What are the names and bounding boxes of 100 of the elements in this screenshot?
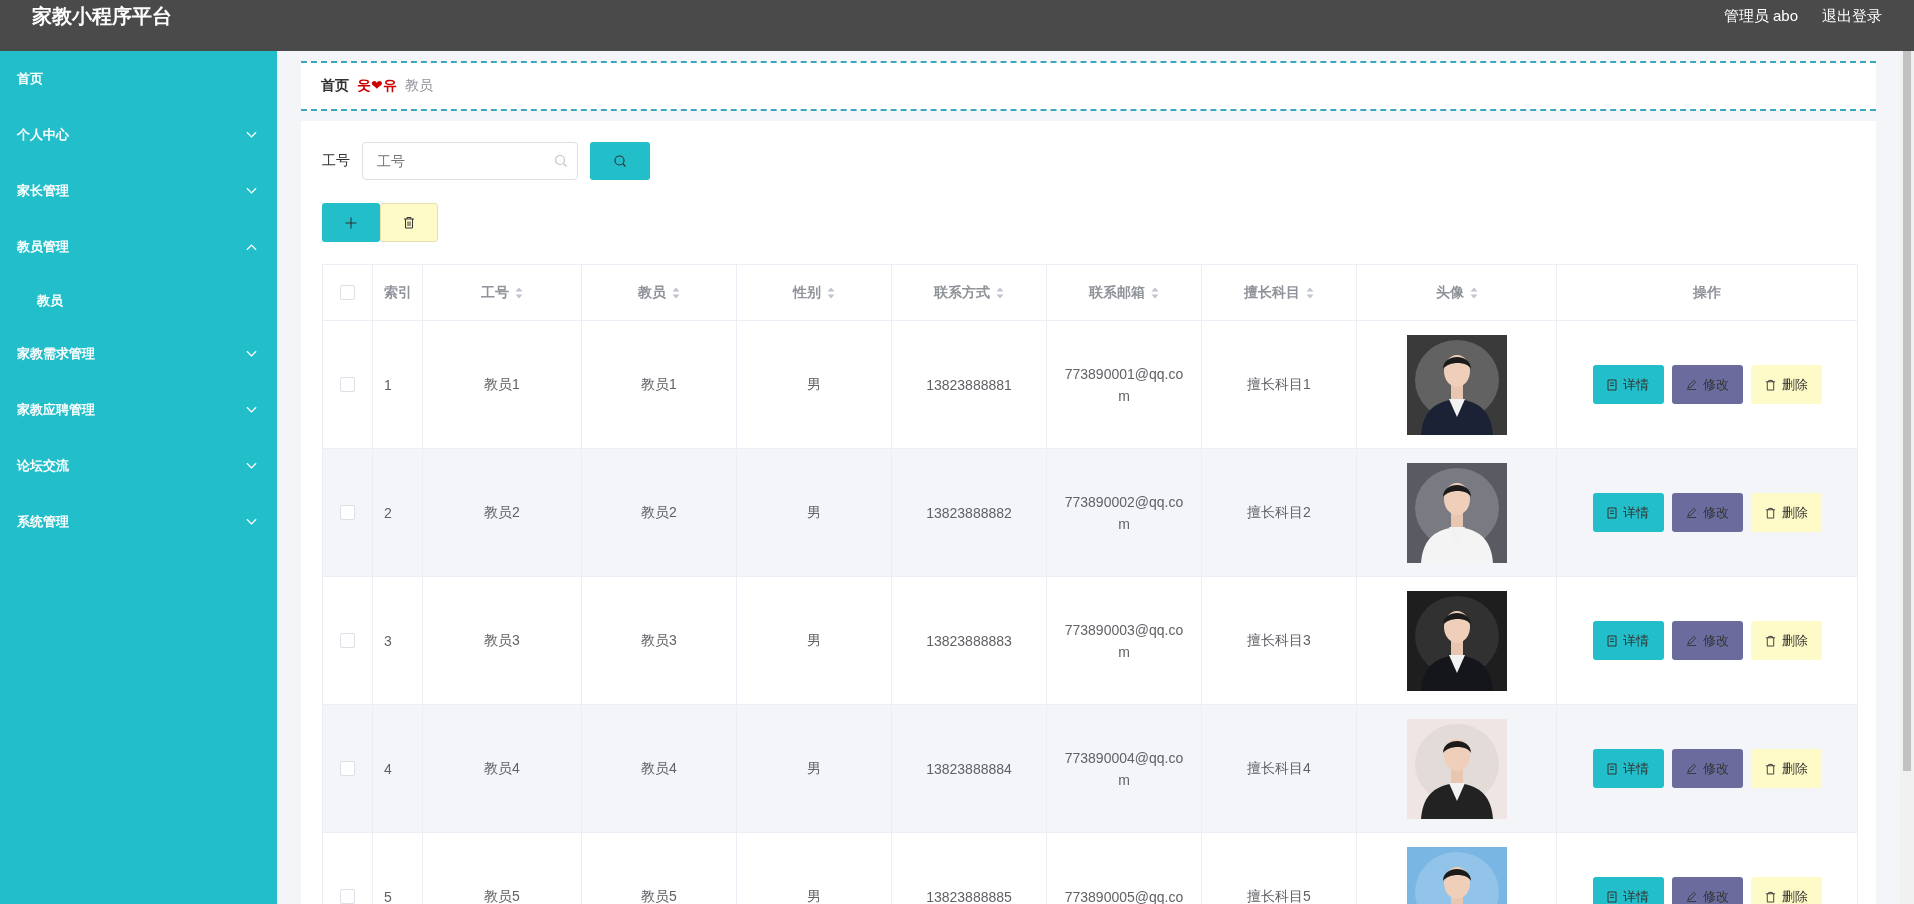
sort-icon[interactable] bbox=[1306, 286, 1314, 299]
chevron-down-icon bbox=[246, 406, 257, 414]
table-cell: 擅长科目5 bbox=[1247, 887, 1311, 904]
column-header[interactable]: 头像 bbox=[1435, 283, 1478, 302]
column-header[interactable]: 性别 bbox=[793, 283, 835, 302]
sidebar-item[interactable]: 家教需求管理 bbox=[0, 326, 277, 382]
delete-button[interactable]: 删除 bbox=[1750, 493, 1822, 532]
search-button[interactable] bbox=[590, 142, 650, 180]
trash-icon bbox=[1764, 890, 1776, 903]
pencil-icon bbox=[1685, 507, 1697, 518]
sidebar-item[interactable]: 论坛交流 bbox=[0, 438, 277, 494]
delete-button[interactable]: 删除 bbox=[1750, 749, 1822, 788]
column-header[interactable]: 工号 bbox=[481, 283, 523, 302]
table-cell: 4 bbox=[384, 760, 392, 777]
checkbox[interactable] bbox=[340, 889, 355, 904]
chevron-down-icon bbox=[246, 518, 257, 526]
logout-link[interactable]: 退出登录 bbox=[1822, 7, 1882, 26]
pencil-icon bbox=[1685, 635, 1697, 646]
checkbox[interactable] bbox=[340, 761, 355, 776]
table-cell: 擅长科目2 bbox=[1247, 503, 1311, 522]
table-cell: 5 bbox=[384, 888, 392, 904]
table-cell: 教员2 bbox=[641, 503, 677, 522]
table-cell: 男 bbox=[807, 503, 821, 522]
table-cell: 擅长科目4 bbox=[1247, 759, 1311, 778]
trash-icon bbox=[1764, 762, 1776, 775]
sidebar-subitem[interactable]: 教员 bbox=[0, 275, 277, 326]
edit-button[interactable]: 修改 bbox=[1671, 493, 1743, 532]
pencil-icon bbox=[1685, 379, 1697, 390]
search-icon bbox=[554, 154, 568, 168]
table-cell: 1 bbox=[384, 376, 392, 393]
table-cell-text: 773890001@qq.com bbox=[1063, 364, 1185, 406]
search-field[interactable]: 工号 bbox=[362, 142, 578, 180]
delete-button[interactable]: 删除 bbox=[1750, 877, 1822, 904]
sidebar-item[interactable]: 首页 bbox=[0, 51, 277, 107]
sort-icon[interactable] bbox=[515, 286, 523, 299]
table-cell: 男 bbox=[807, 631, 821, 650]
column-header[interactable]: 擅长科目 bbox=[1244, 283, 1314, 302]
table-cell: 教员3 bbox=[484, 631, 520, 650]
document-icon bbox=[1607, 378, 1617, 391]
checkbox[interactable] bbox=[340, 377, 355, 392]
chevron-down-icon bbox=[246, 131, 257, 139]
table-cell: 教员5 bbox=[484, 887, 520, 904]
delete-button[interactable]: 删除 bbox=[1750, 365, 1822, 404]
table-cell: 擅长科目1 bbox=[1247, 375, 1311, 394]
sort-icon[interactable] bbox=[1151, 286, 1159, 299]
chevron-up-icon bbox=[246, 243, 257, 251]
table-cell-text: 773890004@qq.com bbox=[1063, 748, 1185, 790]
table-cell: 13823888881 bbox=[926, 376, 1012, 393]
table-cell: 教员1 bbox=[484, 375, 520, 394]
table-cell: 教员5 bbox=[641, 887, 677, 904]
sort-icon[interactable] bbox=[827, 286, 835, 299]
table-cell: 13823888882 bbox=[926, 504, 1012, 521]
sort-icon[interactable] bbox=[1469, 286, 1478, 299]
table-cell: 男 bbox=[807, 375, 821, 394]
plus-icon bbox=[345, 216, 357, 229]
column-header[interactable]: 教员 bbox=[638, 283, 680, 302]
sidebar-item[interactable]: 系统管理 bbox=[0, 494, 277, 550]
checkbox[interactable] bbox=[340, 633, 355, 648]
breadcrumb-link[interactable]: 首页 bbox=[321, 77, 349, 95]
detail-button[interactable]: 详情 bbox=[1592, 621, 1664, 660]
edit-button[interactable]: 修改 bbox=[1671, 877, 1743, 904]
delete-button[interactable] bbox=[380, 203, 438, 242]
document-icon bbox=[1607, 890, 1617, 903]
sidebar-item[interactable]: 家教应聘管理 bbox=[0, 382, 277, 438]
sidebar-item[interactable]: 家长管理 bbox=[0, 163, 277, 219]
table-cell: 男 bbox=[807, 759, 821, 778]
breadcrumb-current: 教员 bbox=[404, 77, 433, 95]
trash-icon bbox=[1764, 378, 1776, 391]
chevron-down-icon bbox=[246, 462, 257, 470]
detail-button[interactable]: 详情 bbox=[1592, 877, 1664, 904]
column-header: 索引 bbox=[384, 283, 412, 302]
table-cell: 教员2 bbox=[484, 503, 520, 522]
detail-button[interactable]: 详情 bbox=[1592, 365, 1664, 404]
table-cell: 3 bbox=[384, 632, 392, 649]
document-icon bbox=[1607, 634, 1617, 647]
edit-button[interactable]: 修改 bbox=[1671, 749, 1743, 788]
sort-icon[interactable] bbox=[996, 286, 1004, 299]
table-cell: 教员4 bbox=[484, 759, 520, 778]
checkbox[interactable] bbox=[340, 505, 355, 520]
checkbox[interactable] bbox=[340, 285, 355, 300]
table-cell: 2 bbox=[384, 504, 392, 521]
admin-name: 管理员 abo bbox=[1723, 7, 1798, 26]
edit-button[interactable]: 修改 bbox=[1671, 365, 1743, 404]
edit-button[interactable]: 修改 bbox=[1671, 621, 1743, 660]
scrollbar[interactable] bbox=[1900, 51, 1914, 904]
sort-icon[interactable] bbox=[672, 286, 680, 299]
detail-button[interactable]: 详情 bbox=[1592, 749, 1664, 788]
sidebar-item[interactable]: 个人中心 bbox=[0, 107, 277, 163]
search-icon bbox=[613, 154, 627, 168]
document-icon bbox=[1607, 506, 1617, 519]
table-cell-text: 773890002@qq.com bbox=[1063, 492, 1185, 534]
column-header[interactable]: 联系邮箱 bbox=[1089, 283, 1159, 302]
delete-button[interactable]: 删除 bbox=[1750, 621, 1822, 660]
table-cell-text: 773890005@qq.co bbox=[1063, 887, 1185, 904]
column-header[interactable]: 联系方式 bbox=[934, 283, 1004, 302]
sidebar-item[interactable]: 教员管理 bbox=[0, 219, 277, 275]
chevron-down-icon bbox=[246, 350, 257, 358]
document-icon bbox=[1607, 762, 1617, 775]
detail-button[interactable]: 详情 bbox=[1592, 493, 1664, 532]
trash-icon bbox=[403, 216, 415, 229]
